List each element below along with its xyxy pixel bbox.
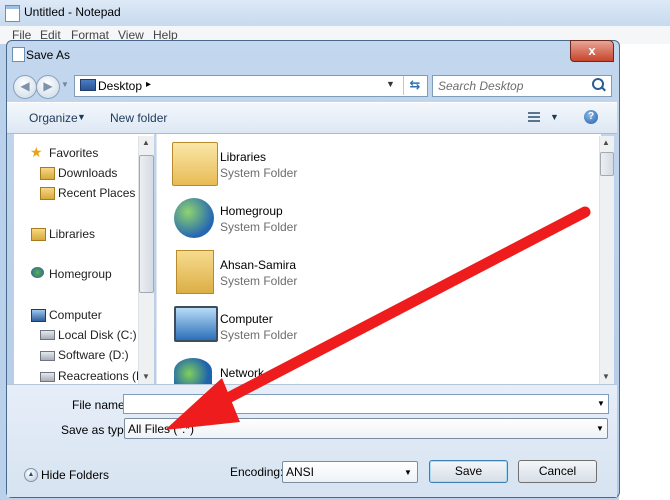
save-as-type-select[interactable] <box>124 418 608 439</box>
file-type-ahsan-samira: System Folder <box>220 274 298 288</box>
nav-item-favorites[interactable]: Favorites <box>49 146 98 160</box>
refresh-icon: ⇆ <box>409 77 421 92</box>
dialog-title: Save As <box>26 48 71 62</box>
address-location[interactable]: Desktop <box>98 79 142 93</box>
forward-button[interactable]: ▶ <box>36 75 60 99</box>
command-toolbar <box>7 102 617 134</box>
collapse-icon[interactable]: ▲ <box>24 468 38 482</box>
file-item-homegroup[interactable]: Homegroup <box>220 204 283 218</box>
homegroup-icon <box>31 267 44 278</box>
encoding-value: ANSI <box>286 465 315 479</box>
notepad-title: Untitled - Notepad <box>24 5 121 19</box>
nav-item-downloads[interactable]: Downloads <box>58 166 117 180</box>
file-name-dropdown-icon[interactable]: ▼ <box>597 399 605 408</box>
address-dropdown-icon[interactable]: ▼ <box>386 79 395 89</box>
drive-icon <box>40 330 55 340</box>
notepad-icon <box>5 5 20 22</box>
help-icon[interactable]: ? <box>584 110 598 124</box>
downloads-folder-icon <box>40 167 55 180</box>
search-icon[interactable] <box>592 78 604 90</box>
refresh-button[interactable]: ⇆ <box>403 76 426 95</box>
scroll-up-arrow-icon[interactable]: ▲ <box>142 138 150 147</box>
scroll-down-arrow-icon[interactable]: ▼ <box>602 372 610 381</box>
forward-arrow-icon: ▶ <box>43 79 53 93</box>
file-type-libraries: System Folder <box>220 166 298 180</box>
desktop-icon <box>80 79 96 91</box>
computer-icon <box>174 306 218 342</box>
file-name-input[interactable] <box>123 394 609 414</box>
drive-icon <box>40 372 55 382</box>
hide-folders-button[interactable]: Hide Folders <box>41 468 109 482</box>
search-placeholder: Search Desktop <box>438 79 524 93</box>
file-scroll-thumb[interactable] <box>600 152 614 176</box>
dialog-icon <box>12 47 25 62</box>
back-button[interactable]: ◀ <box>13 75 37 99</box>
scroll-up-arrow-icon[interactable]: ▲ <box>602 138 610 147</box>
organize-button[interactable]: Organize <box>29 111 78 125</box>
nav-item-software-d[interactable]: Software (D:) <box>58 348 129 362</box>
encoding-label: Encoding: <box>230 465 284 479</box>
nav-item-computer[interactable]: Computer <box>49 308 102 322</box>
file-item-computer[interactable]: Computer <box>220 312 273 326</box>
close-button[interactable]: x <box>570 40 614 62</box>
libraries-icon <box>31 228 46 241</box>
notepad-title-bar: Untitled - Notepad <box>0 0 670 26</box>
new-folder-button[interactable]: New folder <box>110 111 167 125</box>
views-dropdown-icon[interactable]: ▼ <box>550 112 559 122</box>
file-name-label: File name: <box>72 398 129 412</box>
drive-icon <box>40 351 55 361</box>
nav-item-recent-places[interactable]: Recent Places <box>58 186 135 200</box>
network-icon <box>174 358 212 384</box>
cancel-button[interactable]: Cancel <box>518 460 597 483</box>
computer-icon <box>31 309 46 322</box>
notepad-text-area[interactable] <box>618 44 670 500</box>
save-as-type-label: Save as type: <box>61 423 134 437</box>
file-type-homegroup: System Folder <box>220 220 298 234</box>
user-folder-icon <box>176 250 214 294</box>
nav-item-homegroup[interactable]: Homegroup <box>49 267 112 281</box>
chevron-down-icon[interactable]: ▼ <box>404 468 412 477</box>
recent-places-icon <box>40 187 55 200</box>
file-item-libraries[interactable]: Libraries <box>220 150 266 164</box>
star-icon: ★ <box>30 144 43 160</box>
file-type-computer: System Folder <box>220 328 298 342</box>
back-arrow-icon: ◀ <box>20 79 30 93</box>
nav-item-libraries[interactable]: Libraries <box>49 227 95 241</box>
nav-item-local-disk-c[interactable]: Local Disk (C:) <box>58 328 137 342</box>
file-item-network[interactable]: Network <box>220 366 264 380</box>
scroll-down-arrow-icon[interactable]: ▼ <box>142 372 150 381</box>
chevron-down-icon[interactable]: ▼ <box>596 424 604 433</box>
breadcrumb-chevron-icon[interactable]: ▸ <box>146 79 151 90</box>
recent-locations-dropdown[interactable]: ▼ <box>61 80 69 89</box>
save-button[interactable]: Save <box>429 460 508 483</box>
file-item-ahsan-samira[interactable]: Ahsan-Samira <box>220 258 296 272</box>
libraries-icon <box>172 142 218 186</box>
views-icon[interactable] <box>528 111 540 123</box>
chevron-down-icon[interactable]: ▼ <box>77 112 86 122</box>
homegroup-icon <box>174 198 214 238</box>
nav-scroll-thumb[interactable] <box>139 155 154 293</box>
save-as-type-value: All Files (*.*) <box>128 422 195 436</box>
